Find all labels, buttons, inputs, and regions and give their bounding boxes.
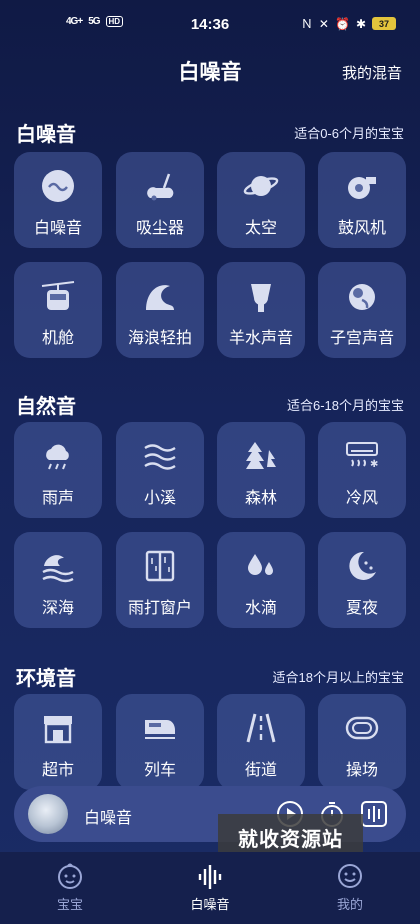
sound-tile-amniotic[interactable]: 羊水声音: [217, 262, 305, 358]
section-title-environment: 环境音: [16, 668, 76, 690]
mute-icon: ✕: [318, 16, 329, 31]
nav-item-white-noise[interactable]: 白噪音: [170, 860, 250, 913]
sound-label: 夏夜: [345, 600, 378, 617]
sound-tile-white-noise[interactable]: 白噪音: [14, 152, 102, 248]
sound-label: 子宫声音: [329, 330, 394, 347]
wave-icon: [14, 166, 102, 206]
forest-icon: [217, 436, 305, 476]
sound-label: 操场: [345, 762, 378, 779]
smile-icon: [310, 860, 390, 892]
battery-icon: 37: [372, 17, 396, 30]
nav-label: 宝宝: [56, 897, 83, 912]
sound-label: 街道: [244, 762, 277, 779]
sound-bars-icon: [361, 801, 387, 827]
sound-label: 鼓风机: [337, 220, 386, 237]
store-icon: [14, 708, 102, 748]
section-subtitle-environment: 适合18个月以上的宝宝: [272, 670, 404, 685]
sound-label: 太空: [244, 220, 277, 237]
sound-label: 超市: [41, 762, 74, 779]
sound-tile-womb[interactable]: 子宫声音: [318, 262, 406, 358]
sound-label: 冷风: [345, 490, 378, 507]
sound-tile-deep-sea[interactable]: 深海: [14, 532, 102, 628]
section-title-nature: 自然音: [16, 396, 76, 418]
sound-label: 小溪: [143, 490, 176, 507]
nfc-icon: Ｎ: [300, 17, 313, 31]
sound-tile-space[interactable]: 太空: [217, 152, 305, 248]
svg-text:✱: ✱: [370, 459, 378, 470]
ocean-wave-icon: [116, 276, 204, 316]
section-title-white-noise: 白噪音: [16, 124, 76, 146]
sound-label: 海浪轻拍: [127, 330, 192, 347]
water-drop-icon: [217, 546, 305, 586]
sound-tile-playground[interactable]: 操场: [318, 694, 406, 790]
alarm-icon: ⏰: [334, 16, 350, 31]
nav-item-mine[interactable]: 我的: [310, 860, 390, 913]
sound-label: 森林: [244, 490, 277, 507]
sound-tile-stream[interactable]: 小溪: [116, 422, 204, 518]
train-icon: [116, 708, 204, 748]
bottom-nav: 宝宝 白噪音 我的: [0, 852, 420, 924]
sound-tile-cold-wind[interactable]: ✱ 冷风: [318, 422, 406, 518]
header: 白噪音 我的混音: [0, 50, 420, 90]
nav-item-baby[interactable]: 宝宝: [30, 860, 110, 913]
blower-icon: [318, 166, 406, 206]
sound-tile-rain[interactable]: 雨声: [14, 422, 102, 518]
sound-label: 吸尘器: [135, 220, 184, 237]
sound-tile-vacuum[interactable]: 吸尘器: [116, 152, 204, 248]
sound-label: 机舱: [41, 330, 74, 347]
sound-label: 列车: [143, 762, 176, 779]
sound-label: 羊水声音: [228, 330, 293, 347]
rain-icon: [14, 436, 102, 476]
section-subtitle-nature: 适合6-18个月的宝宝: [286, 398, 404, 413]
player-artwork: [28, 794, 68, 834]
sound-tile-supermarket[interactable]: 超市: [14, 694, 102, 790]
sound-tile-cabin[interactable]: 机舱: [14, 262, 102, 358]
vacuum-icon: [116, 166, 204, 206]
womb-icon: [217, 276, 305, 316]
nav-label: 白噪音: [190, 897, 230, 912]
sound-label: 水滴: [244, 600, 277, 617]
sound-tile-forest[interactable]: 森林: [217, 422, 305, 518]
sound-label: 深海: [41, 600, 74, 617]
sound-tile-street[interactable]: 街道: [217, 694, 305, 790]
road-icon: [217, 708, 305, 748]
air-conditioner-icon: ✱: [318, 436, 406, 476]
moon-icon: [318, 546, 406, 586]
baby-icon: [30, 860, 110, 892]
sound-label: 雨声: [41, 490, 74, 507]
planet-icon: [217, 166, 305, 206]
my-mix-link[interactable]: 我的混音: [342, 62, 402, 83]
fetus-icon: [318, 276, 406, 316]
sound-label: 雨打窗户: [127, 600, 192, 617]
status-icons: Ｎ ✕ ⏰ ✱ 37: [301, 15, 396, 32]
stream-icon: [116, 436, 204, 476]
nav-label: 我的: [336, 897, 363, 912]
bluetooth-icon: ✱: [355, 16, 366, 31]
sound-tile-water-drop[interactable]: 水滴: [217, 532, 305, 628]
status-bar: 4G+ 5G HD 14:36 Ｎ ✕ ⏰ ✱ 37: [0, 0, 420, 44]
sound-label: 白噪音: [33, 220, 82, 237]
sound-tile-ocean-pat[interactable]: 海浪轻拍: [116, 262, 204, 358]
section-subtitle-white-noise: 适合0-6个月的宝宝: [294, 126, 404, 141]
track-icon: [318, 708, 406, 748]
window-icon: [116, 546, 204, 586]
mixer-button[interactable]: [360, 800, 388, 828]
sound-tile-summer-night[interactable]: 夏夜: [318, 532, 406, 628]
player-track-name: 白噪音: [84, 810, 133, 827]
cable-car-icon: [14, 276, 102, 316]
sound-tile-blower[interactable]: 鼓风机: [318, 152, 406, 248]
sound-bars-icon: [170, 860, 250, 892]
deep-sea-icon: [14, 546, 102, 586]
sound-tile-rain-window[interactable]: 雨打窗户: [116, 532, 204, 628]
sound-tile-train[interactable]: 列车: [116, 694, 204, 790]
